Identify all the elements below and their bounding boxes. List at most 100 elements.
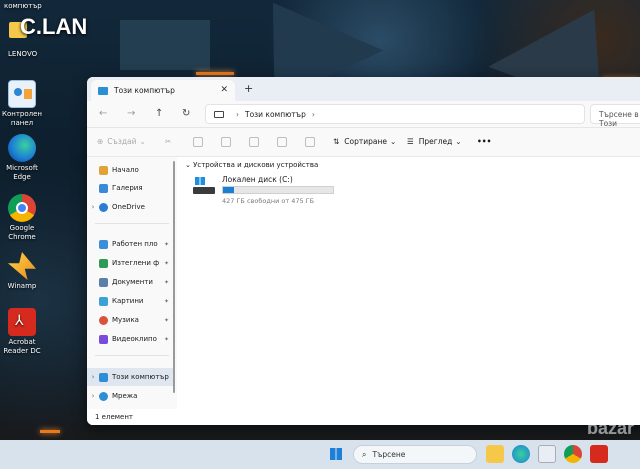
sidebar-item-pictures[interactable]: Картини ✦: [87, 292, 173, 310]
forward-icon[interactable]: →: [127, 108, 135, 119]
content-pane: ⌄ Устройства и дискови устройства Локале…: [177, 157, 640, 403]
sidebar-item-this-pc[interactable]: › Този компютър: [87, 368, 173, 386]
desktop-icon-label: Acrobat Reader DC: [3, 338, 41, 355]
new-button[interactable]: ⊕ Създай ⌄: [97, 137, 146, 146]
drive-usage-fill: [223, 187, 234, 193]
taskbar-search-label: Търсене: [372, 450, 406, 459]
winamp-icon: [8, 252, 36, 280]
sidebar-item-label: Музика: [112, 316, 139, 324]
back-icon[interactable]: ←: [99, 108, 107, 119]
pin-icon: ✦: [163, 259, 169, 267]
desktop-top-label: компютър: [4, 2, 42, 10]
sidebar-item-music[interactable]: Музика ✦: [87, 311, 173, 329]
sidebar-item-documents[interactable]: Документи ✦: [87, 273, 173, 291]
acrobat-taskbar-icon[interactable]: [590, 445, 608, 463]
taskbar-search[interactable]: ⌕ Търсене: [353, 445, 477, 464]
close-tab-icon[interactable]: ✕: [220, 85, 228, 95]
sidebar-item-network[interactable]: › Мрежа: [87, 387, 173, 405]
chevron-right-icon[interactable]: ›: [87, 203, 99, 211]
rename-icon[interactable]: [249, 137, 259, 147]
drive-free-space: 427 ГБ свободни от 475 ГБ: [222, 197, 315, 205]
taskbar: ⌕ Търсене: [0, 440, 640, 469]
up-icon[interactable]: ↑: [155, 108, 163, 119]
desktop-icon-control-panel[interactable]: Контролен панел: [0, 80, 44, 128]
music-icon: [99, 315, 108, 325]
download-icon: [99, 258, 108, 268]
explorer-body: Начало Галерия › OneDrive Работен пло ✦ …: [87, 157, 640, 425]
group-header[interactable]: ⌄ Устройства и дискови устройства: [185, 161, 318, 169]
sort-label: Сортиране: [344, 137, 388, 146]
drive-item-c[interactable]: Локален диск (C:) 427 ГБ свободни от 475…: [193, 175, 353, 211]
sidebar-item-label: Мрежа: [112, 392, 138, 400]
desktop-icon-acrobat[interactable]: ⅄ Acrobat Reader DC: [0, 308, 44, 356]
chevron-down-icon: ⌄: [185, 161, 194, 169]
file-explorer-taskbar-icon[interactable]: [486, 445, 504, 463]
chevron-right-icon[interactable]: ›: [87, 373, 99, 381]
tab-this-pc[interactable]: Този компютър ✕: [91, 80, 235, 101]
sidebar-item-label: Картини: [112, 297, 144, 305]
sidebar-item-gallery[interactable]: Галерия: [87, 179, 173, 197]
chevron-down-icon: ⌄: [139, 137, 146, 146]
chevron-right-icon[interactable]: ›: [87, 392, 99, 400]
breadcrumb-this-pc[interactable]: Този компютър: [245, 110, 306, 119]
video-icon: [99, 334, 108, 344]
search-icon: ⌕: [362, 449, 367, 459]
share-icon[interactable]: [277, 137, 287, 147]
drive-name: Локален диск (C:): [222, 175, 293, 184]
pin-icon: ✦: [163, 297, 169, 305]
drive-usage-bar: [222, 186, 334, 194]
network-icon: [99, 391, 108, 401]
status-bar-item-count: 1 елемент: [95, 413, 134, 421]
sidebar-item-label: Галерия: [112, 184, 143, 192]
divider: [95, 223, 169, 224]
desktop-icon-label: Google Chrome: [8, 224, 36, 241]
app-taskbar-icon[interactable]: [538, 445, 556, 463]
sidebar-item-videos[interactable]: Видеоклипо ✦: [87, 330, 173, 348]
sidebar-item-label: Документи: [112, 278, 153, 286]
desktop-icon-winamp[interactable]: Winamp: [0, 252, 44, 291]
address-row: ← → ↑ ↻ › Този компютър › Търсене в Този: [87, 101, 640, 128]
sidebar-item-label: Изтеглени ф: [112, 259, 160, 267]
copy-icon[interactable]: [193, 137, 203, 147]
control-panel-icon: [8, 80, 36, 108]
desktop-icon-label: Winamp: [7, 282, 37, 290]
start-button[interactable]: [327, 445, 345, 463]
sidebar-scrollbar[interactable]: [173, 161, 175, 393]
documents-icon: [99, 277, 108, 287]
desktop-icon-chrome[interactable]: Google Chrome: [0, 194, 44, 242]
divider: [95, 355, 169, 356]
view-button[interactable]: ☰ Преглед ⌄: [407, 137, 462, 146]
pc-icon: [98, 86, 108, 95]
desktop-icon: [99, 239, 108, 249]
address-bar[interactable]: › Този компютър ›: [205, 104, 585, 124]
pin-icon: ✦: [163, 278, 169, 286]
delete-icon[interactable]: [305, 137, 315, 147]
view-label: Преглед: [418, 137, 453, 146]
sidebar-item-onedrive[interactable]: › OneDrive: [87, 198, 173, 216]
cut-icon[interactable]: ✂: [165, 137, 171, 146]
chrome-taskbar-icon[interactable]: [564, 445, 582, 463]
desktop-shortcut-lan[interactable]: C.LAN: [20, 14, 87, 40]
sort-icon: ⇅: [333, 137, 340, 146]
breadcrumb-chevron[interactable]: ›: [312, 110, 315, 119]
desktop-label-lenovo[interactable]: LENOVO: [8, 50, 37, 58]
sidebar-item-label: Този компютър: [112, 373, 169, 381]
sort-button[interactable]: ⇅ Сортиране ⌄: [333, 137, 396, 146]
wallpaper-shape: [120, 20, 210, 70]
pin-icon: ✦: [163, 316, 169, 324]
sidebar-item-home[interactable]: Начало: [87, 161, 173, 179]
edge-taskbar-icon[interactable]: [512, 445, 530, 463]
desktop-icon-edge[interactable]: Microsoft Edge: [0, 134, 44, 182]
refresh-icon[interactable]: ↻: [182, 108, 190, 119]
file-explorer-window: Този компютър ✕ + ← → ↑ ↻ › Този компютъ…: [87, 77, 640, 425]
new-tab-button[interactable]: +: [244, 82, 253, 95]
search-input[interactable]: Търсене в Този: [590, 104, 640, 128]
drive-icon: [193, 177, 215, 197]
sidebar-item-downloads[interactable]: Изтеглени ф ✦: [87, 254, 173, 272]
paste-icon[interactable]: [221, 137, 231, 147]
view-icon: ☰: [407, 137, 414, 146]
sidebar-item-desktop[interactable]: Работен пло ✦: [87, 235, 173, 253]
acrobat-icon: ⅄: [8, 308, 36, 336]
chevron-down-icon: ⌄: [455, 137, 462, 146]
more-options-button[interactable]: •••: [477, 137, 491, 146]
